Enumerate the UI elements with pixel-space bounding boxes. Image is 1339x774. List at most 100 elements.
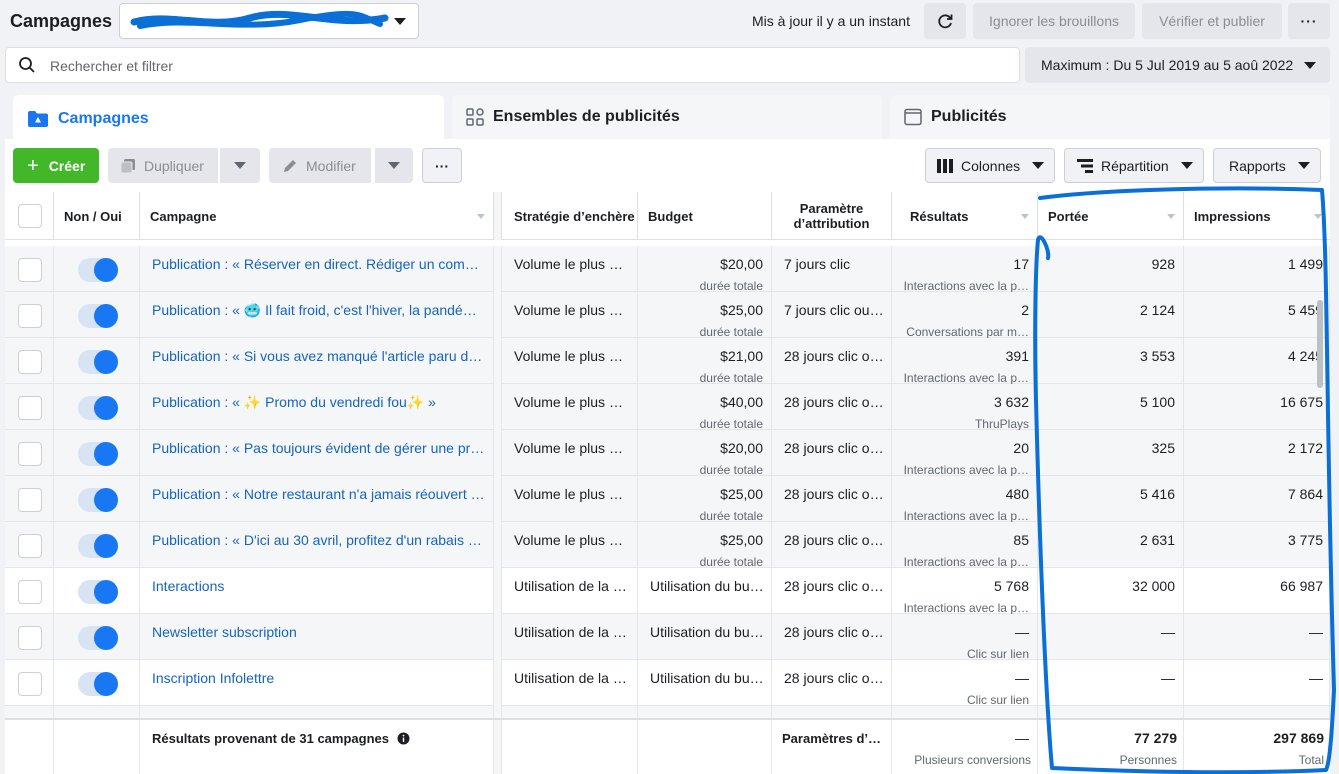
more-options-button[interactable]: ··· [1288, 3, 1330, 39]
table-row[interactable]: Publication : « ✨ Promo du vendredi fou✨… [5, 384, 1330, 430]
toggle-knob [94, 626, 118, 650]
row-checkbox[interactable] [18, 626, 42, 650]
account-selector[interactable] [119, 3, 419, 39]
header-attribution[interactable]: Paramètre d’attribution [772, 192, 892, 240]
header-bid-strategy[interactable]: Stratégie d’enchère [502, 192, 638, 240]
row-checkbox[interactable] [18, 580, 42, 604]
row-checkbox[interactable] [18, 488, 42, 512]
edit-button[interactable]: Modifier [269, 148, 371, 183]
cell-tog [54, 660, 140, 706]
campaign-name-link[interactable]: Publication : « Notre restaurant n'a jam… [152, 486, 485, 502]
cell-bid: Volume le plus … [502, 476, 638, 522]
row-checkbox[interactable] [18, 258, 42, 282]
more-actions-button[interactable]: ··· [422, 148, 462, 183]
tab-ad-sets[interactable]: Ensembles de publicités [452, 95, 882, 139]
duplicate-dropdown[interactable] [220, 148, 260, 183]
campaign-name-link[interactable]: Publication : « Si vous avez manqué l'ar… [152, 348, 482, 364]
campaign-toggle[interactable] [78, 534, 118, 558]
table-row[interactable]: Publication : « Si vous avez manqué l'ar… [5, 338, 1330, 384]
table-row[interactable]: Inscription Infolettre Utilisation de la … [5, 660, 1330, 706]
campaign-name-link[interactable]: Publication : « ✨ Promo du vendredi fou✨… [152, 394, 436, 411]
row-checkbox[interactable] [18, 396, 42, 420]
table-row[interactable]: Interactions Utilisation de la … Utilisati… [5, 568, 1330, 614]
date-range-picker[interactable]: Maximum : Du 5 Jul 2019 au 5 aoû 2022 [1025, 47, 1330, 83]
results-value: 20 [1013, 440, 1029, 456]
tab-ads[interactable]: Publicités [890, 95, 1330, 139]
cell-sel [5, 384, 54, 430]
table-row[interactable]: Newsletter subscription Utilisation de la… [5, 614, 1330, 660]
header-campaign[interactable]: Campagne [140, 192, 494, 240]
campaign-name-link[interactable]: Publication : « D'ici au 30 avril, profi… [152, 532, 482, 548]
table-row[interactable]: Publication : « 🥶 Il fait froid, c'est l… [5, 292, 1330, 338]
results-value: — [1015, 624, 1029, 640]
cell-budget: $21,00 durée totale [638, 338, 772, 384]
campaign-toggle[interactable] [78, 304, 118, 328]
select-all-checkbox[interactable] [18, 204, 42, 228]
refresh-button[interactable] [924, 3, 966, 39]
header-budget[interactable]: Budget [638, 192, 772, 240]
budget-subtext: durée totale [699, 279, 763, 292]
header-impressions[interactable]: Impressions [1184, 192, 1330, 240]
campaign-toggle[interactable] [78, 626, 118, 650]
cell-sel [5, 660, 54, 706]
duplicate-button[interactable]: Dupliquer [108, 148, 218, 183]
results-subtext: Interactions avec la p… [903, 279, 1029, 292]
campaign-name-link[interactable]: Publication : « Réserver en direct. Rédi… [152, 256, 479, 272]
cell-campaign: Publication : « Si vous avez manqué l'ar… [140, 338, 494, 384]
campaign-name-link[interactable]: Inscription Infolettre [152, 670, 274, 686]
bid-value: Volume le plus … [514, 348, 623, 364]
campaign-toggle[interactable] [78, 442, 118, 466]
vertical-scrollbar[interactable] [1317, 300, 1323, 388]
duplicate-icon [120, 158, 135, 173]
table-row[interactable]: Publication : « Réserver en direct. Rédi… [5, 246, 1330, 292]
campaign-toggle[interactable] [78, 350, 118, 374]
row-checkbox[interactable] [18, 672, 42, 696]
budget-value: Utilisation du bu… [650, 578, 764, 594]
impressions-value: 66 987 [1280, 578, 1323, 594]
breakdown-button[interactable]: Répartition [1064, 148, 1204, 183]
bid-value: Volume le plus … [514, 532, 623, 548]
edit-label: Modifier [306, 157, 356, 174]
impressions-value: — [1309, 670, 1323, 686]
review-publish-button[interactable]: Vérifier et publier [1142, 3, 1282, 39]
reports-button[interactable]: Rapports [1213, 148, 1321, 183]
edit-dropdown[interactable] [375, 148, 413, 183]
row-checkbox[interactable] [18, 534, 42, 558]
cell-impressions: 2 172 [1184, 430, 1330, 476]
campaign-toggle[interactable] [78, 396, 118, 420]
campaign-toggle[interactable] [78, 672, 118, 696]
campaign-toggle[interactable] [78, 580, 118, 604]
table-row[interactable]: Publication : « Notre restaurant n'a jam… [5, 476, 1330, 522]
sort-icon [1021, 214, 1029, 219]
cell-tog [54, 430, 140, 476]
results-value: 85 [1013, 532, 1029, 548]
header-reach[interactable]: Portée [1038, 192, 1184, 240]
cell-reach: 2 631 [1038, 522, 1184, 568]
search-bar[interactable] [5, 47, 1020, 83]
campaign-toggle[interactable] [78, 258, 118, 282]
discard-drafts-button[interactable]: Ignorer les brouillons [973, 3, 1135, 39]
attribution-value: 28 jours clic o… [784, 670, 884, 686]
cell-reach: — [1038, 660, 1184, 706]
header-label: Résultats [910, 208, 969, 224]
table-header: Non / Oui Campagne Stratégie d’enchère B… [5, 192, 1330, 240]
campaign-name-link[interactable]: Publication : « Pas toujours évident de … [152, 440, 484, 456]
campaign-name-link[interactable]: Publication : « 🥶 Il fait froid, c'est l… [152, 302, 477, 319]
row-checkbox[interactable] [18, 350, 42, 374]
tab-campaigns[interactable]: Campagnes [13, 95, 444, 143]
campaign-name-link[interactable]: Newsletter subscription [152, 624, 297, 640]
header-toggle[interactable]: Non / Oui [54, 192, 140, 240]
cell-attribution: 28 jours clic o… [772, 384, 892, 430]
header-results[interactable]: Résultats [892, 192, 1038, 240]
row-checkbox[interactable] [18, 304, 42, 328]
info-icon[interactable] [397, 732, 410, 745]
row-checkbox[interactable] [18, 442, 42, 466]
column-divider[interactable] [494, 192, 502, 240]
table-row[interactable]: Publication : « Pas toujours évident de … [5, 430, 1330, 476]
campaign-toggle[interactable] [78, 488, 118, 512]
campaign-name-link[interactable]: Interactions [152, 578, 224, 594]
table-row[interactable]: Publication : « D'ici au 30 avril, profi… [5, 522, 1330, 568]
create-button[interactable]: + Créer [13, 148, 99, 183]
search-input[interactable] [50, 55, 950, 77]
columns-button[interactable]: Colonnes [925, 148, 1055, 183]
